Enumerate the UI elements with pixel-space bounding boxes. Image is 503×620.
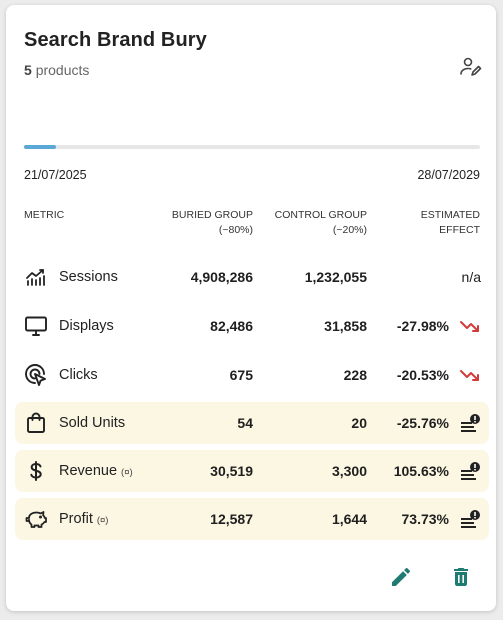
header-buried-label: BURIED GROUP <box>171 209 253 221</box>
metric-row-sold-units: Sold Units 54 20 -25.76% <box>15 402 489 444</box>
control-value: 228 <box>343 367 367 383</box>
edit-pencil-icon[interactable] <box>389 565 413 589</box>
piggy-bank-icon <box>25 511 47 528</box>
effect-value: 105.63% <box>393 463 449 479</box>
user-edit-icon[interactable] <box>458 55 482 79</box>
monitor-icon <box>25 316 47 336</box>
sessions-chart-icon <box>26 269 45 286</box>
product-count-label: products <box>35 62 90 78</box>
metric-row-profit: Profit (¤) 12,587 1,644 73.73% <box>15 498 489 540</box>
timeline-progress-bar <box>24 145 480 149</box>
effect-value: 73.73% <box>401 511 449 527</box>
metric-label-text: Sessions <box>59 269 118 285</box>
header-buried-group: BURIED GROUP (~80%) <box>172 208 253 238</box>
test-card: Search Brand Bury 5 products 21/07/2025 … <box>6 5 496 611</box>
currency-suffix: (¤) <box>121 467 133 478</box>
header-control-label: CONTROL GROUP <box>274 209 367 221</box>
buried-value: 30,519 <box>210 463 253 479</box>
effect-value: n/a <box>461 269 481 285</box>
effect-value: -25.76% <box>396 415 449 431</box>
header-control-share: (~20%) <box>332 224 367 236</box>
end-date: 28/07/2029 <box>417 168 480 182</box>
product-count-number: 5 <box>24 62 32 78</box>
metric-label-text: Clicks <box>59 367 98 383</box>
metric-label-text: Profit <box>59 511 93 527</box>
cursor-click-icon <box>25 364 46 386</box>
currency-suffix: (¤) <box>96 515 109 526</box>
effect-value: -20.53% <box>396 367 449 383</box>
header-effect-label: ESTIMATED <box>420 209 480 221</box>
control-value: 31,858 <box>324 318 367 334</box>
metric-label: Profit (¤) <box>59 511 108 527</box>
buried-value: 82,486 <box>210 318 253 334</box>
control-value: 3,300 <box>331 463 367 479</box>
metric-label: Sold Units <box>59 415 125 431</box>
trash-icon[interactable] <box>449 565 473 589</box>
timeline-progress-fill <box>24 145 56 149</box>
metric-label-text: Sold Units <box>59 415 126 431</box>
control-value: 20 <box>351 415 367 431</box>
header-buried-share: (~80%) <box>218 224 253 236</box>
metric-label-text: Revenue <box>59 463 118 479</box>
header-control-group: CONTROL GROUP (~20%) <box>275 208 367 238</box>
metric-row-clicks: Clicks 675 228 -20.53% <box>15 354 489 396</box>
buried-value: 12,587 <box>210 511 253 527</box>
metric-label: Sessions <box>59 269 118 285</box>
trend-down-icon <box>460 321 479 332</box>
buried-value: 675 <box>229 367 253 383</box>
buried-value: 54 <box>237 415 253 431</box>
card-title: Search Brand Bury <box>24 29 207 51</box>
effect-value: -27.98% <box>396 318 449 334</box>
trend-down-icon <box>460 370 479 381</box>
start-date: 21/07/2025 <box>24 168 87 182</box>
metric-label: Clicks <box>59 367 98 383</box>
metric-row-sessions: Sessions 4,908,286 1,232,055 n/a <box>15 256 489 298</box>
dollar-icon <box>30 461 42 481</box>
metric-label: Displays <box>59 318 114 334</box>
list-alert-icon[interactable] <box>459 461 481 481</box>
product-count: 5 products <box>24 62 89 78</box>
metric-label-text: Displays <box>59 318 114 334</box>
control-value: 1,232,055 <box>304 269 367 285</box>
shopping-bag-icon <box>27 412 45 433</box>
header-metric: METRIC <box>24 209 65 221</box>
list-alert-icon[interactable] <box>459 413 481 433</box>
header-estimated-effect: ESTIMATED EFFECT <box>421 208 480 238</box>
metric-label: Revenue (¤) <box>59 463 133 479</box>
control-value: 1,644 <box>331 511 367 527</box>
metric-row-revenue: Revenue (¤) 30,519 3,300 105.63% <box>15 450 489 492</box>
metric-row-displays: Displays 82,486 31,858 -27.98% <box>15 305 489 347</box>
buried-value: 4,908,286 <box>190 269 253 285</box>
list-alert-icon[interactable] <box>459 509 481 529</box>
header-effect-label-2: EFFECT <box>439 224 480 236</box>
